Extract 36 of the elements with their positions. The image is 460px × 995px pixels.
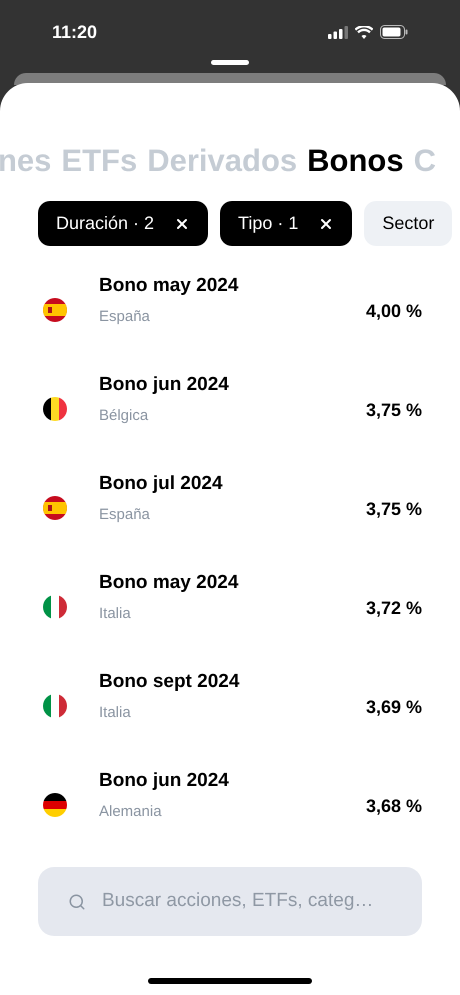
bond-name: Bono jun 2024 <box>99 769 230 793</box>
bond-country: Italia <box>99 703 132 723</box>
flag-icon <box>43 793 67 817</box>
sheet-grabber[interactable] <box>211 60 249 65</box>
search-icon <box>68 892 86 910</box>
bond-country: Alemania <box>99 802 163 822</box>
filter-chip[interactable]: Tipo · 1 <box>220 201 352 246</box>
search-bar[interactable]: Buscar acciones, ETFs, categ… <box>38 867 422 936</box>
bond-yield: 3,72 % <box>366 597 422 620</box>
flag-icon <box>43 694 67 718</box>
bond-yield: 3,69 % <box>366 696 422 719</box>
bond-yield: 3,68 % <box>366 795 422 818</box>
bond-name: Bono may 2024 <box>99 274 240 298</box>
bond-country: España <box>99 307 151 327</box>
bond-yield: 3,75 % <box>366 399 422 422</box>
category-tab[interactable]: Bonos <box>307 145 404 176</box>
bond-name: Bono jul 2024 <box>99 472 224 496</box>
bond-name: Bono jun 2024 <box>99 373 230 397</box>
filter-chip[interactable]: Sector <box>364 201 452 246</box>
search-field[interactable]: Buscar acciones, ETFs, categ… <box>102 887 392 916</box>
bond-yield: 4,00 % <box>366 300 422 323</box>
bond-country: Italia <box>99 604 132 624</box>
status-time: 11:20 <box>52 20 98 44</box>
signal-icon <box>328 26 348 38</box>
bond-name: Bono sept 2024 <box>99 670 240 694</box>
flag-icon <box>43 298 67 322</box>
bond-yield: 3,75 % <box>366 498 422 521</box>
filter-chip[interactable]: Duración · 2 <box>38 201 208 246</box>
bond-country: España <box>99 505 151 525</box>
flag-icon <box>43 397 67 421</box>
battery-icon <box>380 25 408 39</box>
flag-icon <box>43 496 67 520</box>
flag-icon <box>43 595 67 619</box>
wifi-icon <box>355 26 373 38</box>
bond-country: Bélgica <box>99 406 150 426</box>
bond-name: Bono may 2024 <box>99 571 240 595</box>
